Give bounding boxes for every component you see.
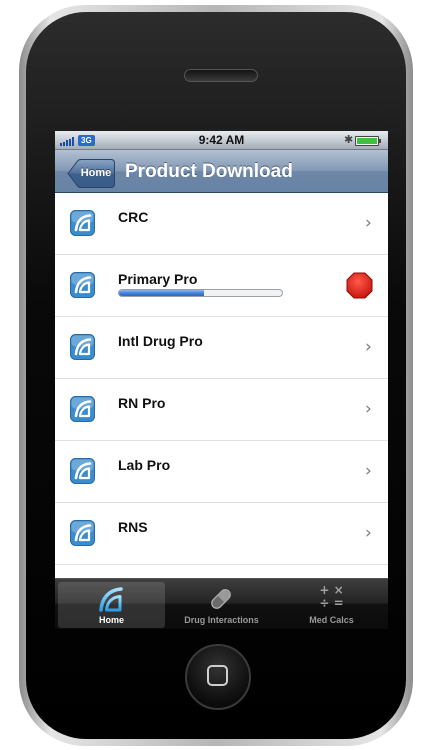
product-name: CRC bbox=[118, 209, 149, 225]
product-row-crc[interactable]: CRC › bbox=[55, 193, 388, 255]
product-name: RNS bbox=[118, 519, 148, 535]
product-row-intl-drug-pro[interactable]: Intl Drug Pro › bbox=[55, 317, 388, 379]
product-name: Lab Pro bbox=[118, 457, 171, 473]
tab-label: Drug Interactions bbox=[184, 615, 259, 625]
tab-label: Med Calcs bbox=[309, 615, 354, 625]
bluetooth-icon: ✱ bbox=[344, 134, 354, 146]
back-button-label: Home bbox=[80, 167, 112, 179]
download-progress-bar bbox=[118, 289, 283, 297]
product-row-primary-pro[interactable]: Primary Pro bbox=[55, 255, 388, 317]
product-row-rn-pro[interactable]: RN Pro › bbox=[55, 379, 388, 441]
page-title: Product Download bbox=[125, 161, 293, 182]
epocrates-logo-icon bbox=[99, 587, 123, 612]
product-name: RN Pro bbox=[118, 395, 166, 411]
product-name: Primary Pro bbox=[118, 271, 198, 287]
home-button-square-icon bbox=[207, 665, 228, 686]
chevron-right-icon: › bbox=[365, 213, 372, 233]
phone-screen: 3G 9:42 AM ✱ Home Product Download CRC ›… bbox=[55, 131, 388, 629]
product-row-rns[interactable]: RNS › bbox=[55, 503, 388, 565]
status-bar: 3G 9:42 AM ✱ bbox=[55, 131, 388, 150]
chevron-right-icon: › bbox=[365, 461, 372, 481]
product-app-icon bbox=[70, 334, 95, 360]
tab-drug-interactions[interactable]: Drug Interactions bbox=[168, 582, 275, 628]
product-row-lab-pro[interactable]: Lab Pro › bbox=[55, 441, 388, 503]
tab-label: Home bbox=[98, 615, 124, 625]
battery-level-fill bbox=[357, 138, 377, 144]
battery-icon bbox=[355, 136, 379, 146]
product-app-icon bbox=[70, 458, 95, 484]
product-app-icon bbox=[70, 210, 95, 236]
battery-tip bbox=[379, 139, 381, 143]
status-clock: 9:42 AM bbox=[198, 133, 245, 147]
stop-download-icon[interactable] bbox=[346, 272, 373, 299]
chevron-right-icon: › bbox=[365, 337, 372, 357]
tab-med-calcs[interactable]: + × ÷ = Med Calcs bbox=[278, 582, 385, 628]
product-app-icon bbox=[70, 396, 95, 422]
tab-home[interactable]: Home bbox=[58, 582, 165, 628]
download-progress-fill bbox=[119, 290, 204, 296]
earpiece-speaker bbox=[184, 69, 258, 82]
product-app-icon bbox=[70, 520, 95, 546]
pill-icon bbox=[211, 589, 231, 609]
product-app-icon bbox=[70, 272, 95, 298]
back-button-home[interactable]: Home bbox=[67, 159, 115, 188]
product-name: Intl Drug Pro bbox=[118, 333, 203, 349]
tab-bar: Home Drug Interactions + × ÷ = Med Calcs bbox=[55, 578, 388, 629]
chevron-right-icon: › bbox=[365, 399, 372, 419]
navigation-bar: Home Product Download bbox=[55, 150, 388, 193]
product-list: CRC › Primary Pro Intl Drug Pro › RN Pro… bbox=[55, 193, 388, 565]
chevron-right-icon: › bbox=[365, 523, 372, 543]
calculator-icon: + × ÷ = bbox=[319, 583, 344, 610]
